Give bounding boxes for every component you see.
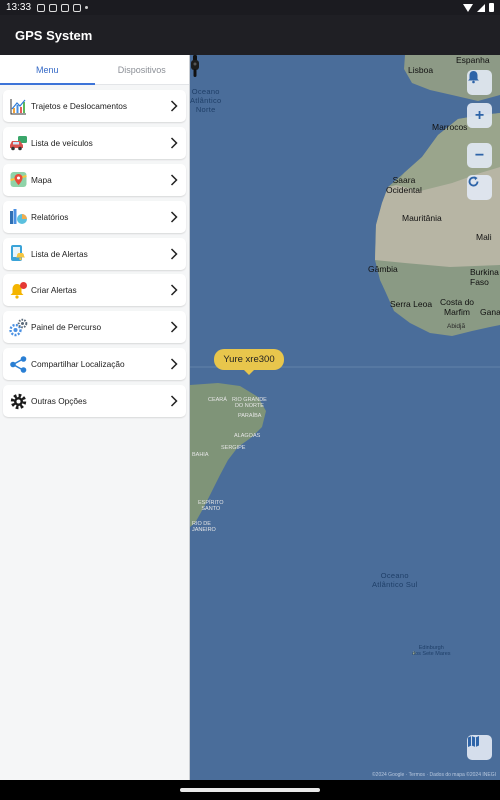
map-label-espirito-santo: ESPÍRITO SANTO	[198, 500, 224, 512]
map-label-alagoas: ALAGOAS	[234, 433, 261, 439]
menu-label-relatorios: Relatórios	[31, 211, 69, 222]
chevron-right-icon	[170, 248, 178, 260]
refresh-icon	[468, 176, 479, 187]
plus-icon: +	[474, 106, 485, 124]
map-label-abidja: Abidjã	[447, 323, 466, 330]
bell-icon	[9, 281, 28, 300]
chevron-right-icon	[170, 395, 178, 407]
menu-item-veiculos[interactable]: Lista de veículos	[3, 126, 186, 159]
settings-status-icon	[37, 3, 46, 12]
car-icon	[9, 133, 28, 152]
vehicle-label[interactable]: Yure xre300	[214, 349, 284, 375]
map-label-espanha: Espanha	[456, 55, 490, 65]
status-bar: 13:33	[0, 0, 500, 15]
map-terrain	[190, 55, 500, 655]
system-navigation-bar	[0, 780, 500, 800]
map-label-edinburgh: Edinburgh dos Sete Mares	[412, 645, 451, 657]
map-label-lisboa: Lisboa	[408, 65, 434, 75]
map-view[interactable]: Lisboa Espanha Oceano Atlântico Norte Ma…	[190, 55, 500, 780]
signal-icon	[477, 3, 485, 12]
menu-item-painel[interactable]: Painel de Percurso	[3, 311, 186, 344]
map-label-ceara: CEARÁ	[208, 397, 227, 403]
menu-label-outras-opcoes: Outras Opções	[31, 396, 87, 407]
map-label-paraiba: PARAÍBA	[238, 413, 262, 419]
map-alerts-button[interactable]	[467, 70, 492, 95]
map-attribution[interactable]: ©2024 Google · Termos · Dados do mapa ©2…	[372, 772, 496, 778]
shield-status-icon	[61, 3, 70, 12]
share-icon	[9, 355, 28, 374]
battery-icon	[489, 3, 494, 12]
map-label-gana: Gana	[480, 307, 500, 317]
chevron-right-icon	[170, 211, 178, 223]
gears-icon	[9, 318, 28, 337]
chevron-right-icon	[170, 284, 178, 296]
chevron-right-icon	[170, 174, 178, 186]
menu-item-criar-alertas[interactable]: Criar Alertas	[3, 274, 186, 307]
report-pie-icon	[9, 207, 28, 226]
chevron-right-icon	[170, 100, 178, 112]
map-label-costa-marfim: Costa do Marfim	[440, 297, 475, 317]
refresh-button[interactable]	[467, 175, 492, 200]
bell-icon	[468, 71, 479, 84]
chevron-right-icon	[170, 358, 178, 370]
chevron-right-icon	[170, 321, 178, 333]
app-title: GPS System	[15, 27, 93, 43]
drawer-tabs: Menu Dispositivos	[0, 55, 189, 85]
map-label-bahia: BAHIA	[192, 452, 209, 458]
map-layers-icon	[468, 736, 479, 747]
map-type-button[interactable]	[467, 735, 492, 760]
map-label-marrocos: Marrocos	[432, 122, 468, 132]
zoom-out-button[interactable]: −	[467, 143, 492, 168]
menu-label-compartilhar: Compartilhar Localização	[31, 359, 125, 370]
map-label-sergipe: SERGIPE	[221, 445, 246, 451]
map-label-ocean-north: Oceano Atlântico Norte	[190, 87, 222, 114]
tab-menu[interactable]: Menu	[0, 55, 95, 85]
vpn-status-icon	[49, 3, 58, 12]
motorcycle-icon[interactable]	[190, 55, 200, 77]
menu-label-painel: Painel de Percurso	[31, 322, 102, 333]
navigation-drawer: Menu Dispositivos Trajetos e Deslocament…	[0, 55, 190, 780]
menu-label-veiculos: Lista de veículos	[31, 137, 93, 148]
map-label-gambia: Gâmbia	[368, 264, 398, 274]
map-label-mauritania: Mauritânia	[402, 213, 442, 223]
vehicle-label-text: Yure xre300	[223, 354, 275, 365]
notification-dot-icon	[85, 6, 89, 9]
status-time: 13:33	[6, 2, 32, 13]
menu-label-alertas: Lista de Alertas	[31, 248, 88, 259]
map-label-rio-janeiro: RIO DE JANEIRO	[192, 521, 216, 533]
settings-icon	[9, 392, 28, 411]
zoom-in-button[interactable]: +	[467, 103, 492, 128]
tab-dispositivos[interactable]: Dispositivos	[95, 55, 190, 84]
chevron-right-icon	[170, 137, 178, 149]
map-label-serra-leoa: Serra Leoa	[390, 299, 433, 309]
alert-list-icon	[9, 244, 28, 263]
menu-item-compartilhar[interactable]: Compartilhar Localização	[3, 348, 186, 381]
map-label-ocean-south: Oceano Atlântico Sul	[372, 571, 418, 589]
map-label-mali: Mali	[476, 232, 492, 242]
menu-label-criar-alertas: Criar Alertas	[31, 285, 77, 296]
map-pin-icon	[9, 170, 28, 189]
gesture-handle[interactable]	[180, 788, 320, 792]
menu-item-outras-opcoes[interactable]: Outras Opções	[3, 385, 186, 418]
map-label-rio-grande: RIO GRANDE DO NORTE	[232, 397, 267, 409]
app-bar: GPS System	[0, 15, 500, 55]
menu-item-mapa[interactable]: Mapa	[3, 163, 186, 196]
map-label-saara: Saara Ocidental	[386, 175, 422, 195]
menu-item-alertas[interactable]: Lista de Alertas	[3, 237, 186, 270]
map-label-burkina: Burkina Faso	[470, 267, 499, 287]
menu-label-trajetos: Trajetos e Deslocamentos	[31, 101, 128, 111]
sd-card-status-icon	[73, 3, 82, 12]
menu-label-mapa: Mapa	[31, 174, 52, 185]
wifi-icon	[463, 3, 473, 12]
minus-icon: −	[474, 146, 485, 164]
menu-item-trajetos[interactable]: Trajetos e Deslocamentos	[3, 90, 186, 122]
line-chart-icon	[9, 97, 28, 116]
menu-list: Trajetos e Deslocamentos Lista de veícul…	[0, 85, 189, 418]
menu-item-relatorios[interactable]: Relatórios	[3, 200, 186, 233]
